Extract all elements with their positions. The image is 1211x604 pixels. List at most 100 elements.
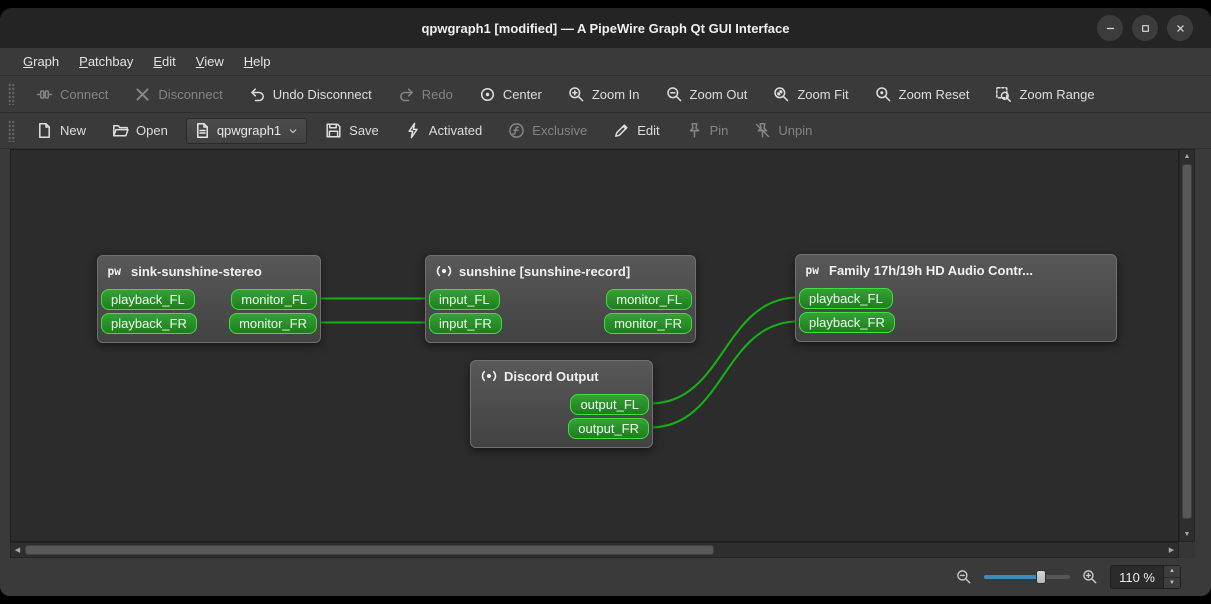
- port-monitor_FL[interactable]: monitor_FL: [606, 289, 692, 310]
- port-playback_FR[interactable]: playback_FR: [101, 313, 197, 334]
- toolbar-drag-handle[interactable]: [8, 83, 15, 105]
- undo-disconnect-label: Undo Disconnect: [272, 86, 372, 102]
- node-title-text: Family 17h/19h HD Audio Contr...: [829, 262, 1033, 278]
- zoom-fit-button[interactable]: Zoom Fit: [765, 81, 856, 108]
- spin-up-icon[interactable]: ▲: [1164, 566, 1180, 578]
- node-discord-output[interactable]: Discord Output output_FL output_FR: [470, 360, 653, 448]
- zoom-out-label: Zoom Out: [689, 86, 748, 102]
- scroll-down-icon[interactable]: ▼: [1180, 528, 1194, 541]
- window-controls: [1097, 15, 1193, 41]
- minimize-icon: [1104, 22, 1117, 35]
- minimize-button[interactable]: [1097, 15, 1123, 41]
- port-playback_FL[interactable]: playback_FL: [799, 288, 893, 309]
- maximize-icon: [1139, 22, 1152, 35]
- unpin-label: Unpin: [778, 123, 813, 138]
- record-icon: [480, 367, 498, 385]
- port-output_FL[interactable]: output_FL: [570, 394, 649, 415]
- titlebar[interactable]: qpwgraph1 [modified] — A PipeWire Graph …: [0, 8, 1211, 48]
- zoom-spin-buttons: ▲ ▼: [1163, 566, 1180, 588]
- spin-down-icon[interactable]: ▼: [1164, 577, 1180, 588]
- node-family-17h-19h-hd-audio-contr-[interactable]: pw Family 17h/19h HD Audio Contr... playba…: [795, 254, 1117, 342]
- port-monitor_FR[interactable]: monitor_FR: [229, 313, 317, 334]
- new-button[interactable]: New: [28, 117, 94, 144]
- patchbay-select[interactable]: qpwgraph1: [185, 117, 308, 144]
- graph-canvas[interactable]: pw sink-sunshine-stereo playback_FL playbac…: [10, 149, 1179, 542]
- pin-icon: [686, 122, 703, 139]
- zoom-out-button[interactable]: Zoom Out: [658, 81, 756, 108]
- disconnect-button[interactable]: Disconnect: [126, 81, 230, 108]
- horizontal-scrollbar[interactable]: ◀ ▶: [10, 542, 1179, 558]
- svg-text:pw: pw: [806, 264, 820, 277]
- center-icon: [479, 86, 496, 103]
- menu-view[interactable]: View: [187, 50, 233, 73]
- zoom-slider[interactable]: [984, 569, 1071, 585]
- scroll-right-icon[interactable]: ▶: [1165, 543, 1178, 557]
- toolbar-drag-handle[interactable]: [8, 119, 15, 142]
- zoom-slider-handle[interactable]: [1035, 570, 1046, 584]
- connect-icon: [36, 86, 53, 103]
- pin-label: Pin: [709, 123, 729, 138]
- connect-button[interactable]: Connect: [28, 81, 116, 108]
- vertical-scrollbar[interactable]: ▲ ▼: [1179, 149, 1195, 542]
- window-title: qpwgraph1 [modified] — A PipeWire Graph …: [421, 20, 790, 36]
- zoom-spinbox[interactable]: 110 % ▲ ▼: [1110, 565, 1181, 589]
- maximize-button[interactable]: [1132, 15, 1158, 41]
- zoom-in-button[interactable]: Zoom In: [560, 81, 648, 108]
- node-title: pw Family 17h/19h HD Audio Contr...: [796, 255, 1116, 279]
- disconnect-label: Disconnect: [158, 86, 223, 102]
- port-input_FR[interactable]: input_FR: [429, 313, 502, 334]
- redo-button[interactable]: Redo: [390, 81, 461, 108]
- menu-edit[interactable]: Edit: [144, 50, 184, 73]
- zoom-range-button[interactable]: Zoom Range: [987, 81, 1102, 108]
- new-file-icon: [36, 122, 53, 139]
- graph-area: pw sink-sunshine-stereo playback_FL playbac…: [10, 149, 1195, 558]
- node-title: Discord Output: [471, 361, 652, 385]
- node-title: pw sink-sunshine-stereo: [98, 256, 320, 280]
- zoom-out-icon: [666, 86, 683, 103]
- open-button[interactable]: Open: [104, 117, 176, 144]
- chevron-down-icon: [287, 125, 299, 137]
- port-output_FR[interactable]: output_FR: [568, 418, 649, 439]
- port-monitor_FL[interactable]: monitor_FL: [231, 289, 317, 310]
- port-input_FL[interactable]: input_FL: [429, 289, 500, 310]
- zoom-fit-icon: [773, 86, 790, 103]
- port-playback_FL[interactable]: playback_FL: [101, 289, 195, 310]
- edit-button[interactable]: Edit: [605, 117, 667, 144]
- connection-wires: [317, 296, 799, 429]
- save-icon: [325, 122, 342, 139]
- node-sunshine-sunshine-record-[interactable]: sunshine [sunshine-record] input_FL input_…: [425, 255, 696, 343]
- port-playback_FR[interactable]: playback_FR: [799, 312, 895, 333]
- redo-label: Redo: [421, 86, 453, 102]
- close-icon: [1174, 22, 1187, 35]
- port-monitor_FR[interactable]: monitor_FR: [604, 313, 692, 334]
- menu-patchbay[interactable]: Patchbay: [70, 50, 142, 73]
- vertical-scroll-thumb[interactable]: [1182, 164, 1192, 519]
- svg-text:pw: pw: [108, 265, 122, 278]
- save-label: Save: [349, 123, 379, 138]
- exclusive-button[interactable]: Exclusive: [500, 117, 595, 144]
- activated-icon: [405, 122, 422, 139]
- zoom-in-icon[interactable]: [1082, 569, 1098, 585]
- node-sink-sunshine-stereo[interactable]: pw sink-sunshine-stereo playback_FLplaybac…: [97, 255, 321, 343]
- horizontal-scroll-thumb[interactable]: [25, 545, 714, 555]
- save-button[interactable]: Save: [317, 117, 387, 144]
- undo-icon: [249, 86, 266, 103]
- scroll-left-icon[interactable]: ◀: [11, 543, 24, 557]
- pipewire-icon: pw: [805, 261, 823, 279]
- zoom-reset-button[interactable]: Zoom Reset: [867, 81, 978, 108]
- zoom-out-icon[interactable]: [956, 569, 972, 585]
- scroll-up-icon[interactable]: ▲: [1180, 150, 1194, 163]
- zoom-reset-icon: [875, 86, 892, 103]
- undo-disconnect-button[interactable]: Undo Disconnect: [241, 81, 380, 108]
- zoom-in-icon: [568, 86, 585, 103]
- activated-label: Activated: [428, 123, 483, 138]
- close-button[interactable]: [1167, 15, 1193, 41]
- pin-button[interactable]: Pin: [678, 117, 737, 144]
- center-button[interactable]: Center: [471, 81, 550, 108]
- toolbar-file: New Open qpwgraph1 Save Activated Exclusive Ed…: [0, 113, 1211, 149]
- menu-help[interactable]: Help: [235, 50, 280, 73]
- unpin-button[interactable]: Unpin: [746, 117, 820, 144]
- activated-button[interactable]: Activated: [397, 117, 490, 144]
- menu-graph[interactable]: Graph: [14, 50, 68, 73]
- zoom-value: 110 %: [1119, 569, 1155, 585]
